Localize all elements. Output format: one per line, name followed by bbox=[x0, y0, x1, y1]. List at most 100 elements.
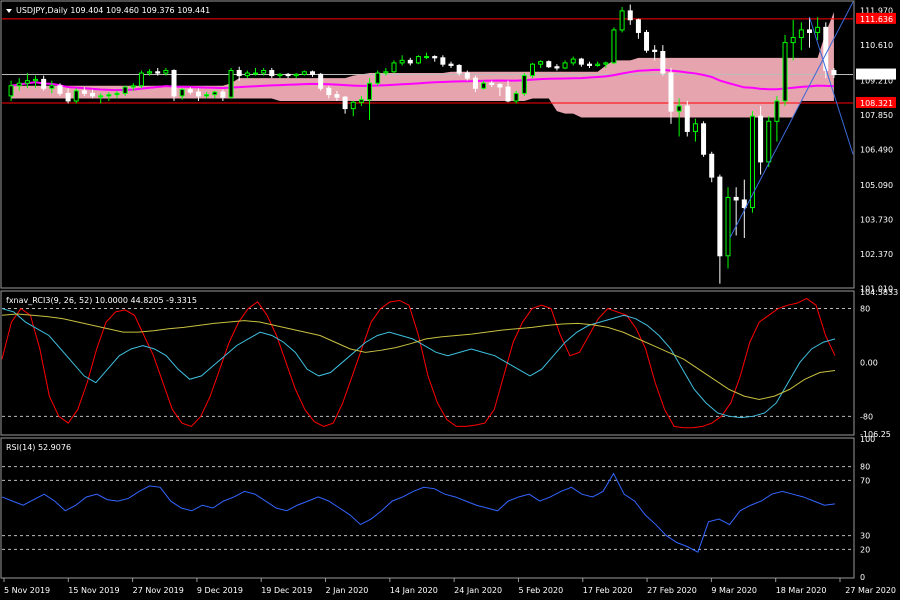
candle-body bbox=[155, 71, 161, 74]
candle-body bbox=[98, 95, 104, 98]
candle-body bbox=[212, 91, 218, 96]
candle-body bbox=[635, 19, 641, 33]
candle-body bbox=[652, 49, 658, 52]
candle-body bbox=[236, 70, 242, 77]
candle-body bbox=[334, 94, 340, 98]
x-axis-label: 27 Mar 2020 bbox=[845, 586, 896, 595]
candle-body bbox=[440, 57, 446, 65]
candle-body bbox=[603, 62, 609, 65]
candle-body bbox=[562, 62, 568, 69]
rci-axis-tick: -80 bbox=[860, 412, 873, 421]
candle-body bbox=[709, 153, 715, 178]
price-axis-tick: 106.490 bbox=[860, 145, 893, 154]
candle-body bbox=[717, 176, 723, 257]
price-axis-tick: 103.730 bbox=[860, 215, 893, 224]
candle-body bbox=[81, 90, 87, 94]
rci-axis-tick: 80 bbox=[860, 305, 870, 314]
candle-body bbox=[701, 123, 707, 155]
candle-body bbox=[513, 92, 519, 102]
candle-body bbox=[505, 86, 511, 102]
candle-body bbox=[472, 77, 478, 89]
x-axis-label: 14 Jan 2020 bbox=[390, 586, 438, 595]
candle-body bbox=[676, 105, 682, 112]
rsi-axis-tick: 80 bbox=[860, 463, 870, 472]
candle-body bbox=[171, 70, 177, 97]
chart-canvas: 111.970110.610109.210107.850106.490105.0… bbox=[0, 0, 900, 600]
x-axis-label: 2 Jan 2020 bbox=[326, 586, 369, 595]
candle-body bbox=[538, 61, 544, 65]
x-axis-label: 15 Nov 2019 bbox=[68, 586, 119, 595]
rci-title: fxnav_RCI3(9, 26, 52) 10.0000 44.8205 -9… bbox=[6, 296, 197, 305]
rsi-axis-tick: 70 bbox=[860, 476, 870, 485]
candle-body bbox=[269, 70, 275, 77]
candle-body bbox=[782, 42, 788, 102]
candle-body bbox=[24, 80, 30, 84]
candle-body bbox=[529, 63, 535, 77]
candle-body bbox=[383, 71, 389, 74]
x-axis-label: 9 Mar 2020 bbox=[711, 586, 757, 595]
candle-body bbox=[195, 91, 201, 97]
candle-body bbox=[741, 199, 747, 209]
candle-body bbox=[301, 71, 307, 75]
candle-body bbox=[261, 70, 267, 74]
rsi-axis-tick: 30 bbox=[860, 532, 870, 541]
candle-body bbox=[595, 63, 601, 66]
candle-body bbox=[220, 91, 226, 98]
candle-body bbox=[57, 85, 63, 94]
candle-body bbox=[798, 29, 804, 39]
candle-body bbox=[73, 90, 79, 102]
candle-body bbox=[790, 37, 796, 44]
candle-body bbox=[49, 85, 55, 89]
symbol-header: USDJPY,Daily 109.404 109.460 109.376 109… bbox=[16, 6, 210, 15]
candle-body bbox=[766, 120, 772, 163]
candle-body bbox=[228, 70, 234, 98]
candle-body bbox=[644, 31, 650, 51]
candle-body bbox=[138, 72, 144, 87]
candle-body bbox=[326, 87, 332, 96]
candle-body bbox=[546, 61, 552, 68]
candle-body bbox=[163, 70, 169, 74]
candle-body bbox=[16, 82, 22, 87]
candle-body bbox=[415, 56, 421, 64]
candle-body bbox=[33, 78, 39, 82]
x-axis-label: 5 Feb 2020 bbox=[518, 586, 563, 595]
price-label: 111.636 bbox=[860, 15, 893, 24]
candle-body bbox=[424, 56, 430, 59]
candle-body bbox=[456, 64, 462, 74]
candle-body bbox=[367, 82, 373, 101]
candle-body bbox=[815, 26, 821, 33]
candle-body bbox=[668, 72, 674, 112]
candle-body bbox=[684, 105, 690, 132]
candle-body bbox=[521, 75, 527, 94]
rsi-axis-tick: 0 bbox=[860, 573, 865, 582]
x-axis-label: 27 Feb 2020 bbox=[647, 586, 697, 595]
x-axis-label: 5 Nov 2019 bbox=[4, 586, 50, 595]
x-axis-label: 24 Jan 2020 bbox=[454, 586, 502, 595]
candle-body bbox=[187, 89, 193, 93]
candle-body bbox=[432, 56, 438, 59]
candle-body bbox=[204, 94, 210, 97]
candle-body bbox=[481, 82, 487, 89]
candle-body bbox=[489, 82, 495, 85]
candle-body bbox=[497, 83, 503, 88]
rsi-title: RSI(14) 52.9076 bbox=[6, 443, 71, 452]
candle-body bbox=[554, 66, 560, 69]
candle-body bbox=[130, 85, 136, 88]
candle-body bbox=[179, 89, 185, 97]
price-axis-tick: 102.370 bbox=[860, 250, 893, 259]
candle-body bbox=[806, 29, 812, 33]
candle-body bbox=[122, 86, 128, 94]
candle-body bbox=[660, 50, 666, 74]
candle-body bbox=[619, 10, 625, 31]
candle-body bbox=[399, 59, 405, 64]
candle-body bbox=[587, 63, 593, 66]
candle-body bbox=[65, 92, 71, 102]
candle-body bbox=[90, 92, 96, 97]
candle-body bbox=[114, 92, 120, 96]
candle-body bbox=[375, 72, 381, 84]
x-axis-label: 19 Dec 2019 bbox=[261, 586, 312, 595]
candle-body bbox=[310, 71, 316, 75]
x-axis-label: 9 Dec 2019 bbox=[197, 586, 243, 595]
candle-body bbox=[285, 73, 291, 77]
candle-body bbox=[578, 58, 584, 65]
